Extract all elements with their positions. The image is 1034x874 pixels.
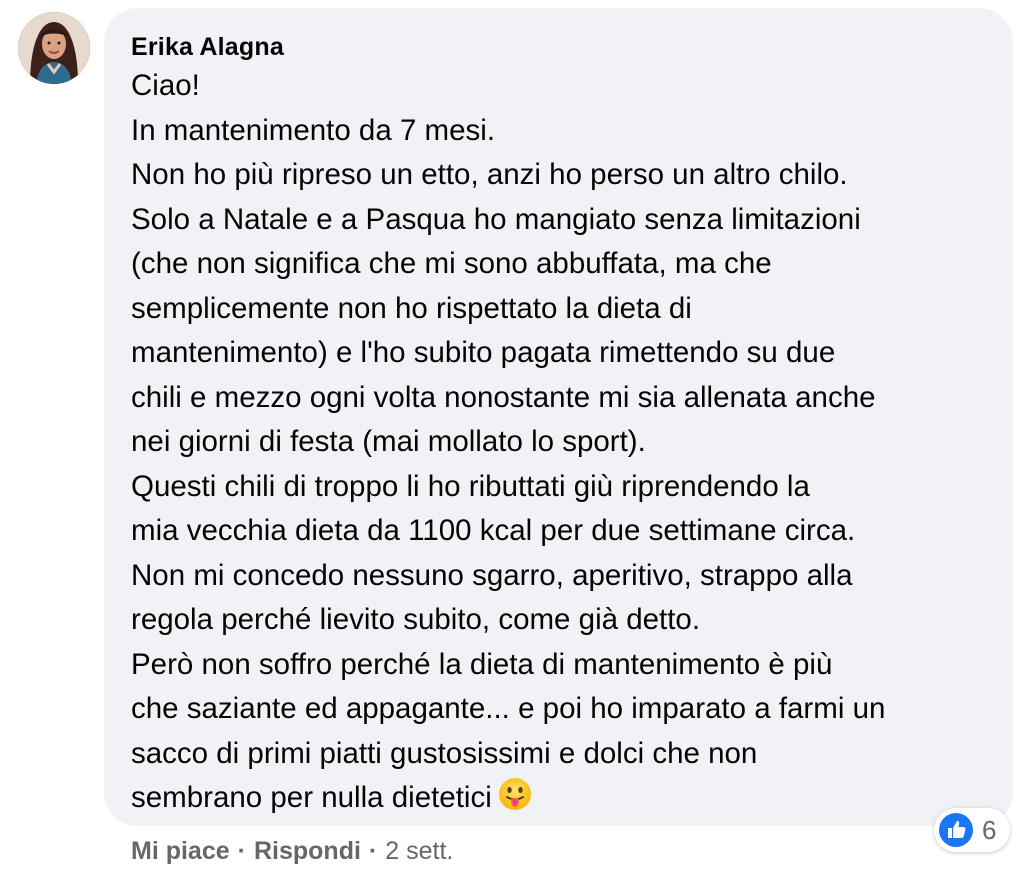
comment-line: mantenimento) e l'ho subito pagata rimet… <box>131 336 836 369</box>
comment-line: Ciao! <box>131 69 200 102</box>
comment-line-text: sembrano per nulla dietetici <box>131 781 492 814</box>
comment-line: regola perché lievito subito, come già d… <box>131 603 701 636</box>
comment-line: Però non soffro perché la dieta di mante… <box>131 647 833 681</box>
comment-bubble: Erika Alagna Ciao! In mantenimento da 7 … <box>104 8 1013 826</box>
comment-line: nei giorni di festa (mai mollato lo spor… <box>131 425 646 458</box>
reply-button[interactable]: Rispondi <box>254 837 361 866</box>
comment-line: (che non significa che mi sono abbuffata… <box>131 247 772 280</box>
reactions-summary[interactable]: 6 <box>934 808 1011 852</box>
comment: Erika Alagna Ciao! In mantenimento da 7 … <box>0 0 1034 874</box>
timestamp[interactable]: 2 sett. <box>385 837 453 866</box>
comment-body: Ciao! In mantenimento da 7 mesi. Non ho … <box>131 64 1013 821</box>
like-icon <box>939 813 973 847</box>
comment-line: che saziante ed appagante... e poi ho im… <box>131 692 886 725</box>
comment-line: sacco di primi piatti gustosissimi e dol… <box>131 736 758 770</box>
like-button[interactable]: Mi piace <box>131 837 230 866</box>
avatar-photo <box>18 12 90 84</box>
comment-line: Questi chili di troppo li ho ributtati g… <box>131 469 810 503</box>
avatar[interactable] <box>18 12 90 84</box>
comment-line: In mantenimento da 7 mesi. <box>131 113 496 147</box>
comment-actions: Mi piace · Rispondi · 2 sett. <box>131 834 453 868</box>
comment-author[interactable]: Erika Alagna <box>131 32 1013 62</box>
comment-line: chili e mezzo ogni volta nonostante mi s… <box>131 380 876 414</box>
separator: · <box>368 836 378 865</box>
comment-line: semplicemente non ho rispettato la dieta… <box>131 291 692 325</box>
comment-line: Non mi concedo nessuno sgarro, aperitivo… <box>131 558 853 592</box>
comment-line-last: sembrano per nulla dietetici <box>131 776 1013 821</box>
comment-line: mia vecchia dieta da 1100 kcal per due s… <box>131 514 856 547</box>
reaction-count: 6 <box>982 814 997 845</box>
tongue-out-emoji <box>498 778 531 810</box>
separator: · <box>237 836 246 865</box>
comment-line: Non ho più ripreso un etto, anzi ho pers… <box>131 158 848 191</box>
comment-line: Solo a Natale e a Pasqua ho mangiato sen… <box>131 202 861 236</box>
